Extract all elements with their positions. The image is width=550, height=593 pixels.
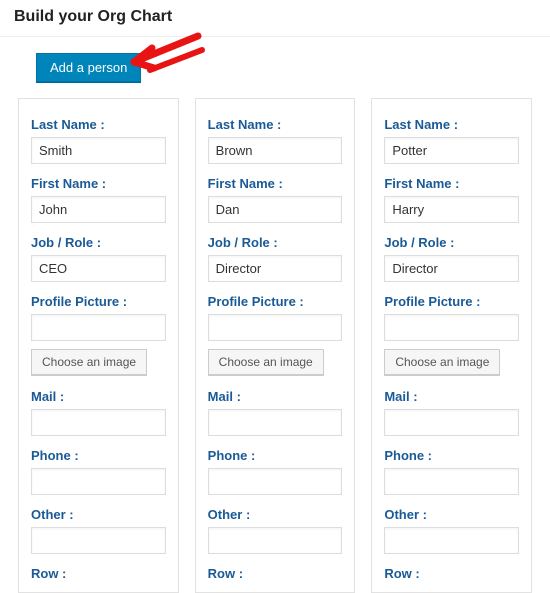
mail-label: Mail : — [208, 389, 343, 404]
first-name-input[interactable] — [31, 196, 166, 223]
person-card: Last Name : First Name : Job / Role : Pr… — [371, 98, 532, 593]
other-input[interactable] — [31, 527, 166, 554]
first-name-label: First Name : — [31, 176, 166, 191]
profile-picture-label: Profile Picture : — [208, 294, 343, 309]
choose-image-button[interactable]: Choose an image — [384, 349, 500, 375]
job-label: Job / Role : — [208, 235, 343, 250]
profile-picture-input[interactable] — [384, 314, 519, 341]
choose-image-button[interactable]: Choose an image — [31, 349, 147, 375]
last-name-label: Last Name : — [208, 117, 343, 132]
phone-label: Phone : — [384, 448, 519, 463]
people-cards: Last Name : First Name : Job / Role : Pr… — [0, 98, 550, 593]
row-label: Row : — [31, 566, 166, 581]
other-label: Other : — [208, 507, 343, 522]
mail-input[interactable] — [31, 409, 166, 436]
last-name-label: Last Name : — [384, 117, 519, 132]
job-label: Job / Role : — [384, 235, 519, 250]
first-name-label: First Name : — [384, 176, 519, 191]
row-label: Row : — [208, 566, 343, 581]
profile-picture-label: Profile Picture : — [384, 294, 519, 309]
job-label: Job / Role : — [31, 235, 166, 250]
phone-input[interactable] — [384, 468, 519, 495]
profile-picture-input[interactable] — [208, 314, 343, 341]
phone-label: Phone : — [208, 448, 343, 463]
phone-input[interactable] — [208, 468, 343, 495]
job-input[interactable] — [31, 255, 166, 282]
profile-picture-label: Profile Picture : — [31, 294, 166, 309]
job-input[interactable] — [384, 255, 519, 282]
mail-input[interactable] — [208, 409, 343, 436]
add-person-button[interactable]: Add a person — [36, 53, 141, 82]
profile-picture-input[interactable] — [31, 314, 166, 341]
person-card: Last Name : First Name : Job / Role : Pr… — [195, 98, 356, 593]
other-label: Other : — [384, 507, 519, 522]
other-input[interactable] — [208, 527, 343, 554]
phone-label: Phone : — [31, 448, 166, 463]
last-name-input[interactable] — [384, 137, 519, 164]
page-title: Build your Org Chart — [0, 0, 550, 37]
org-chart-builder: Build your Org Chart Add a person Last N… — [0, 0, 550, 593]
mail-label: Mail : — [31, 389, 166, 404]
toolbar: Add a person — [0, 37, 550, 98]
last-name-input[interactable] — [208, 137, 343, 164]
other-input[interactable] — [384, 527, 519, 554]
mail-label: Mail : — [384, 389, 519, 404]
phone-input[interactable] — [31, 468, 166, 495]
first-name-input[interactable] — [208, 196, 343, 223]
first-name-label: First Name : — [208, 176, 343, 191]
choose-image-button[interactable]: Choose an image — [208, 349, 324, 375]
other-label: Other : — [31, 507, 166, 522]
last-name-input[interactable] — [31, 137, 166, 164]
first-name-input[interactable] — [384, 196, 519, 223]
row-label: Row : — [384, 566, 519, 581]
person-card: Last Name : First Name : Job / Role : Pr… — [18, 98, 179, 593]
mail-input[interactable] — [384, 409, 519, 436]
last-name-label: Last Name : — [31, 117, 166, 132]
job-input[interactable] — [208, 255, 343, 282]
